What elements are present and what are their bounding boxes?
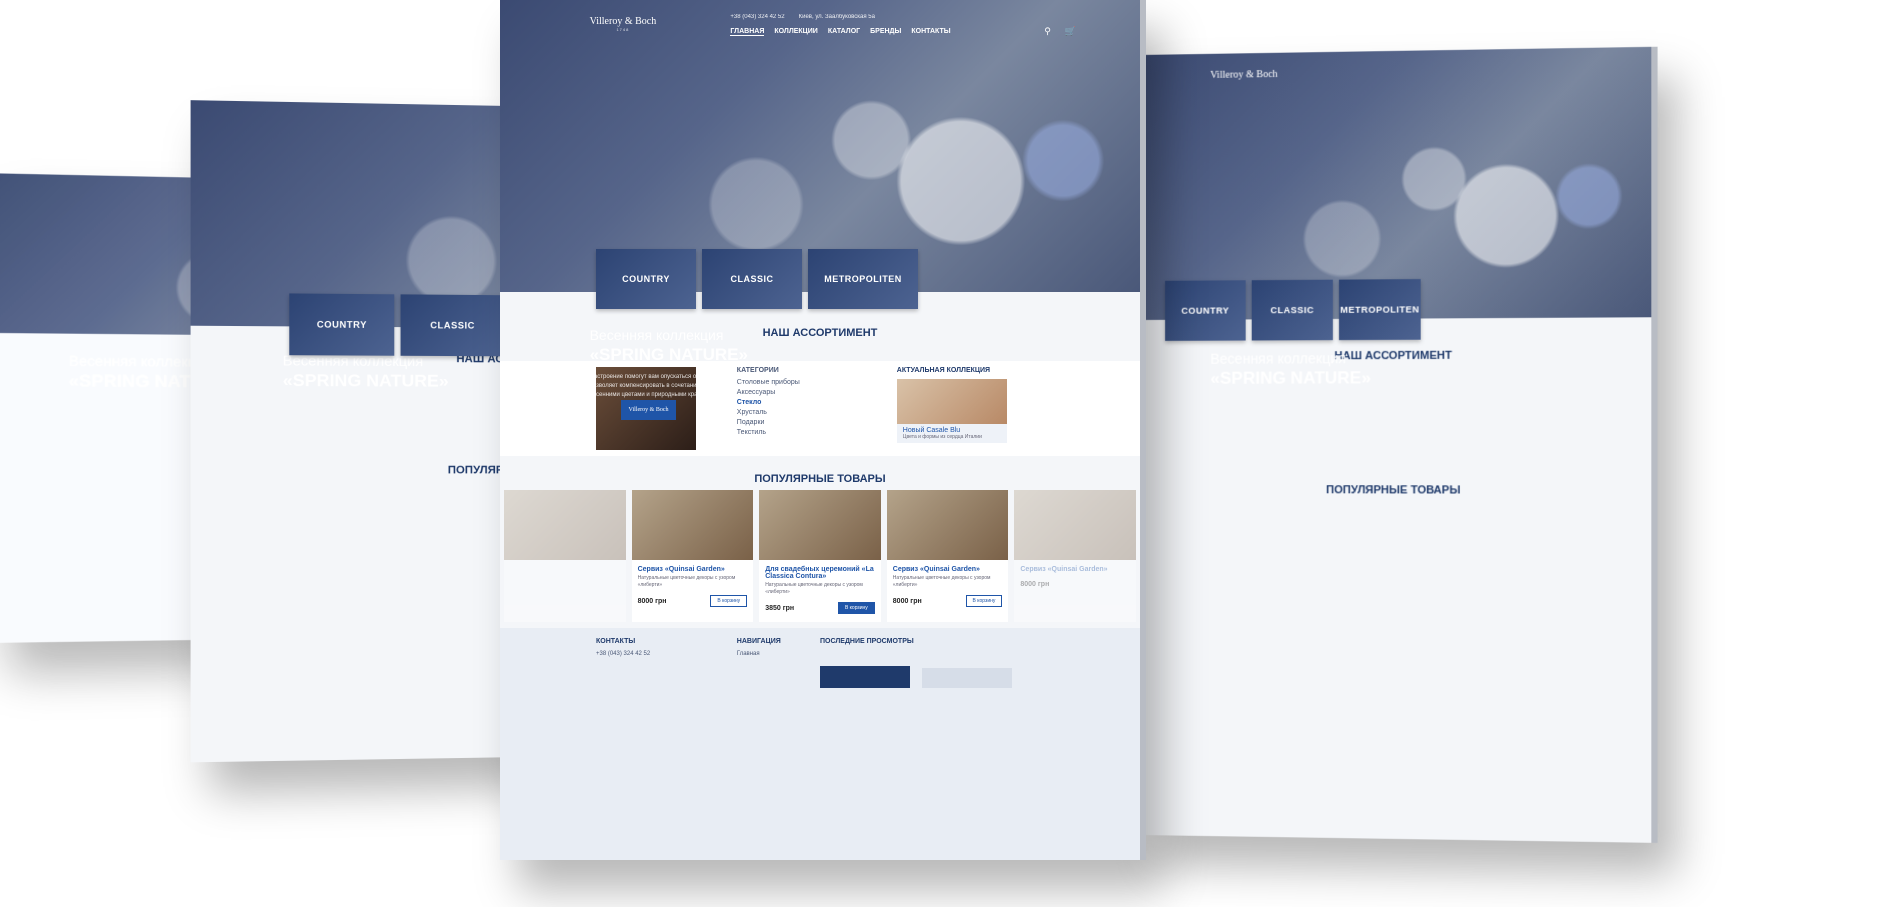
header-contacts: +38 (043) 324 42 52 Киев, ул. Заалбуковс… [730, 14, 875, 20]
add-to-cart-button[interactable]: В корзину [838, 602, 875, 614]
logo-sub: 1748 [590, 27, 657, 32]
product-image[interactable] [632, 490, 754, 560]
add-to-cart-button[interactable]: В корзину [710, 595, 747, 607]
tile-country[interactable]: COUNTRY [596, 249, 696, 309]
main-menu: ГЛАВНАЯ КОЛЛЕКЦИИ КАТАЛОГ БРЕНДЫ КОНТАКТ… [730, 28, 950, 36]
product-name[interactable]: Сервиз «Quinsai Garden» [1014, 560, 1136, 575]
product-footer: 8000 грн В корзину [887, 589, 1009, 607]
product-desc: Натуральные цветочные декоры с узором «л… [759, 582, 881, 596]
hero-text: Весенняя коллекция «SPRING NATURE» Настр… [590, 327, 790, 400]
popular-title: ПОПУЛЯРНЫЕ ТОВАРЫ [500, 473, 1140, 485]
category-item[interactable]: Подарки [737, 419, 800, 426]
hero-line2: «SPRING NATURE» [283, 371, 449, 392]
product-price: 8000 грн [1020, 581, 1049, 588]
menu-item-catalog[interactable]: КАТАЛОГ [828, 28, 860, 36]
address-text: Киев, ул. Заалбуковская 5а [799, 14, 875, 20]
hero-line2: «SPRING NATURE» [590, 345, 790, 365]
topbar: Villeroy & Boch 1748 +38 (043) 324 42 52… [500, 14, 1140, 54]
actual-collection: АКТУАЛЬНАЯ КОЛЛЕКЦИЯ Новый Casale Blu Цв… [897, 367, 1007, 443]
recent-item[interactable] [922, 668, 1012, 688]
product-footer: 8000 грн [1014, 575, 1136, 588]
site-footer: КОНТАКТЫ +38 (043) 324 42 52 НАВИГАЦИЯ Г… [500, 628, 1140, 860]
category-item[interactable]: Хрусталь [737, 409, 800, 416]
topbar: Villeroy & Boch [1140, 61, 1651, 109]
footer-nav-title: НАВИГАЦИЯ [737, 638, 781, 645]
header-icons: ⚲ 🛒 [1044, 26, 1076, 37]
actual-caption: Новый Casale Blu Цвета и формы из сердца… [897, 424, 1007, 443]
recent-item[interactable] [820, 666, 910, 688]
collection-tiles: COUNTRY CLASSIC METROPOLITEN [596, 249, 918, 309]
product-desc: Натуральные цветочные декоры с узором «л… [632, 575, 754, 589]
search-icon[interactable]: ⚲ [1044, 26, 1051, 37]
product-image[interactable] [887, 490, 1009, 560]
site-logo[interactable]: Villeroy & Boch 1748 [590, 16, 657, 32]
tile-country[interactable]: COUNTRY [289, 293, 394, 355]
popular-title: ПОПУЛЯРНЫЕ ТОВАРЫ [1140, 484, 1651, 497]
product-footer: 3850 грн В корзину [759, 596, 881, 614]
footer-phone[interactable]: +38 (043) 324 42 52 [596, 651, 650, 657]
collection-tiles: COUNTRY CLASSIC [289, 293, 504, 356]
category-item[interactable]: Текстиль [737, 429, 800, 436]
mockup-stage: Весенняя коллекция «SPRING NATURE» НАШ А… [0, 0, 1904, 907]
actual-image[interactable] [897, 379, 1007, 424]
product-card[interactable] [504, 490, 626, 622]
footer-nav: НАВИГАЦИЯ Главная [737, 638, 781, 657]
chevron-left-icon[interactable]: ‹ [558, 387, 563, 405]
actual-title: АКТУАЛЬНАЯ КОЛЛЕКЦИЯ [897, 367, 1007, 374]
product-card[interactable]: Сервиз «Quinsai Garden» Натуральные цвет… [887, 490, 1009, 622]
tile-metropoliten[interactable]: METROPOLITEN [1339, 279, 1421, 340]
footer-contacts-title: КОНТАКТЫ [596, 638, 635, 645]
phone-text[interactable]: +38 (043) 324 42 52 [730, 14, 784, 20]
photo-badge: Villeroy & Boch [621, 400, 676, 420]
collection-tiles: COUNTRY CLASSIC METROPOLITEN [1165, 279, 1421, 341]
hero-description: Настроение помогут вам опускаться от стр… [590, 373, 790, 400]
product-card[interactable]: Сервиз «Quinsai Garden» Натуральные цвет… [632, 490, 754, 622]
mockup-right: Villeroy & Boch Весенняя коллекция «SPRI… [1140, 47, 1658, 843]
logo-text: Villeroy & Boch [1210, 69, 1277, 81]
footer-recent: ПОСЛЕДНИЕ ПРОСМОТРЫ [820, 638, 914, 645]
mockup-center: Villeroy & Boch 1748 +38 (043) 324 42 52… [500, 0, 1146, 860]
product-image[interactable] [759, 490, 881, 560]
tile-classic[interactable]: CLASSIC [1252, 280, 1333, 341]
actual-name[interactable]: Новый Casale Blu [903, 427, 1001, 434]
product-name[interactable]: Сервиз «Quinsai Garden» [887, 560, 1009, 575]
footer-nav-item[interactable]: Главная [737, 651, 781, 657]
tile-metropoliten[interactable]: METROPOLITEN [808, 249, 918, 309]
product-card[interactable]: Для свадебных церемоний «La Classica Con… [759, 490, 881, 622]
tile-classic[interactable]: CLASSIC [702, 249, 802, 309]
product-image[interactable] [504, 490, 626, 560]
hero-line1: Весенняя коллекция [590, 327, 790, 343]
hero-text: Весенняя коллекция «SPRING NATURE» [283, 352, 449, 392]
footer-contacts: КОНТАКТЫ +38 (043) 324 42 52 [596, 638, 650, 657]
product-card[interactable]: Сервиз «Quinsai Garden» 8000 грн [1014, 490, 1136, 622]
product-price: 8000 грн [893, 598, 922, 605]
hero-line1: Весенняя коллекция [1210, 350, 1371, 367]
product-price: 8000 грн [638, 598, 667, 605]
menu-item-brands[interactable]: БРЕНДЫ [870, 28, 901, 36]
add-to-cart-button[interactable]: В корзину [966, 595, 1003, 607]
logo-text: Villeroy & Boch [590, 16, 657, 27]
tile-country[interactable]: COUNTRY [1165, 280, 1246, 341]
menu-item-collections[interactable]: КОЛЛЕКЦИИ [774, 28, 817, 36]
category-item[interactable]: Стекло [737, 399, 800, 406]
product-image[interactable] [1014, 490, 1136, 560]
tile-classic[interactable]: CLASSIC [401, 294, 505, 356]
hero-text: Весенняя коллекция «SPRING NATURE» [1210, 350, 1371, 389]
actual-sub: Цвета и формы из сердца Италии [903, 434, 1001, 440]
product-name[interactable]: Сервиз «Quinsai Garden» [632, 560, 754, 575]
products-row: Сервиз «Quinsai Garden» Натуральные цвет… [500, 490, 1140, 622]
menu-item-contacts[interactable]: КОНТАКТЫ [911, 28, 950, 36]
product-desc: Натуральные цветочные декоры с узором «л… [887, 575, 1009, 589]
product-name[interactable]: Для свадебных церемоний «La Classica Con… [759, 560, 881, 582]
site-logo[interactable]: Villeroy & Boch [1210, 69, 1277, 81]
product-price: 3850 грн [765, 605, 794, 612]
product-footer: 8000 грн В корзину [632, 589, 754, 607]
hero-line2: «SPRING NATURE» [1210, 369, 1371, 390]
cart-icon[interactable]: 🛒 [1065, 26, 1076, 37]
menu-item-main[interactable]: ГЛАВНАЯ [730, 28, 764, 36]
footer-recent-title: ПОСЛЕДНИЕ ПРОСМОТРЫ [820, 638, 914, 645]
